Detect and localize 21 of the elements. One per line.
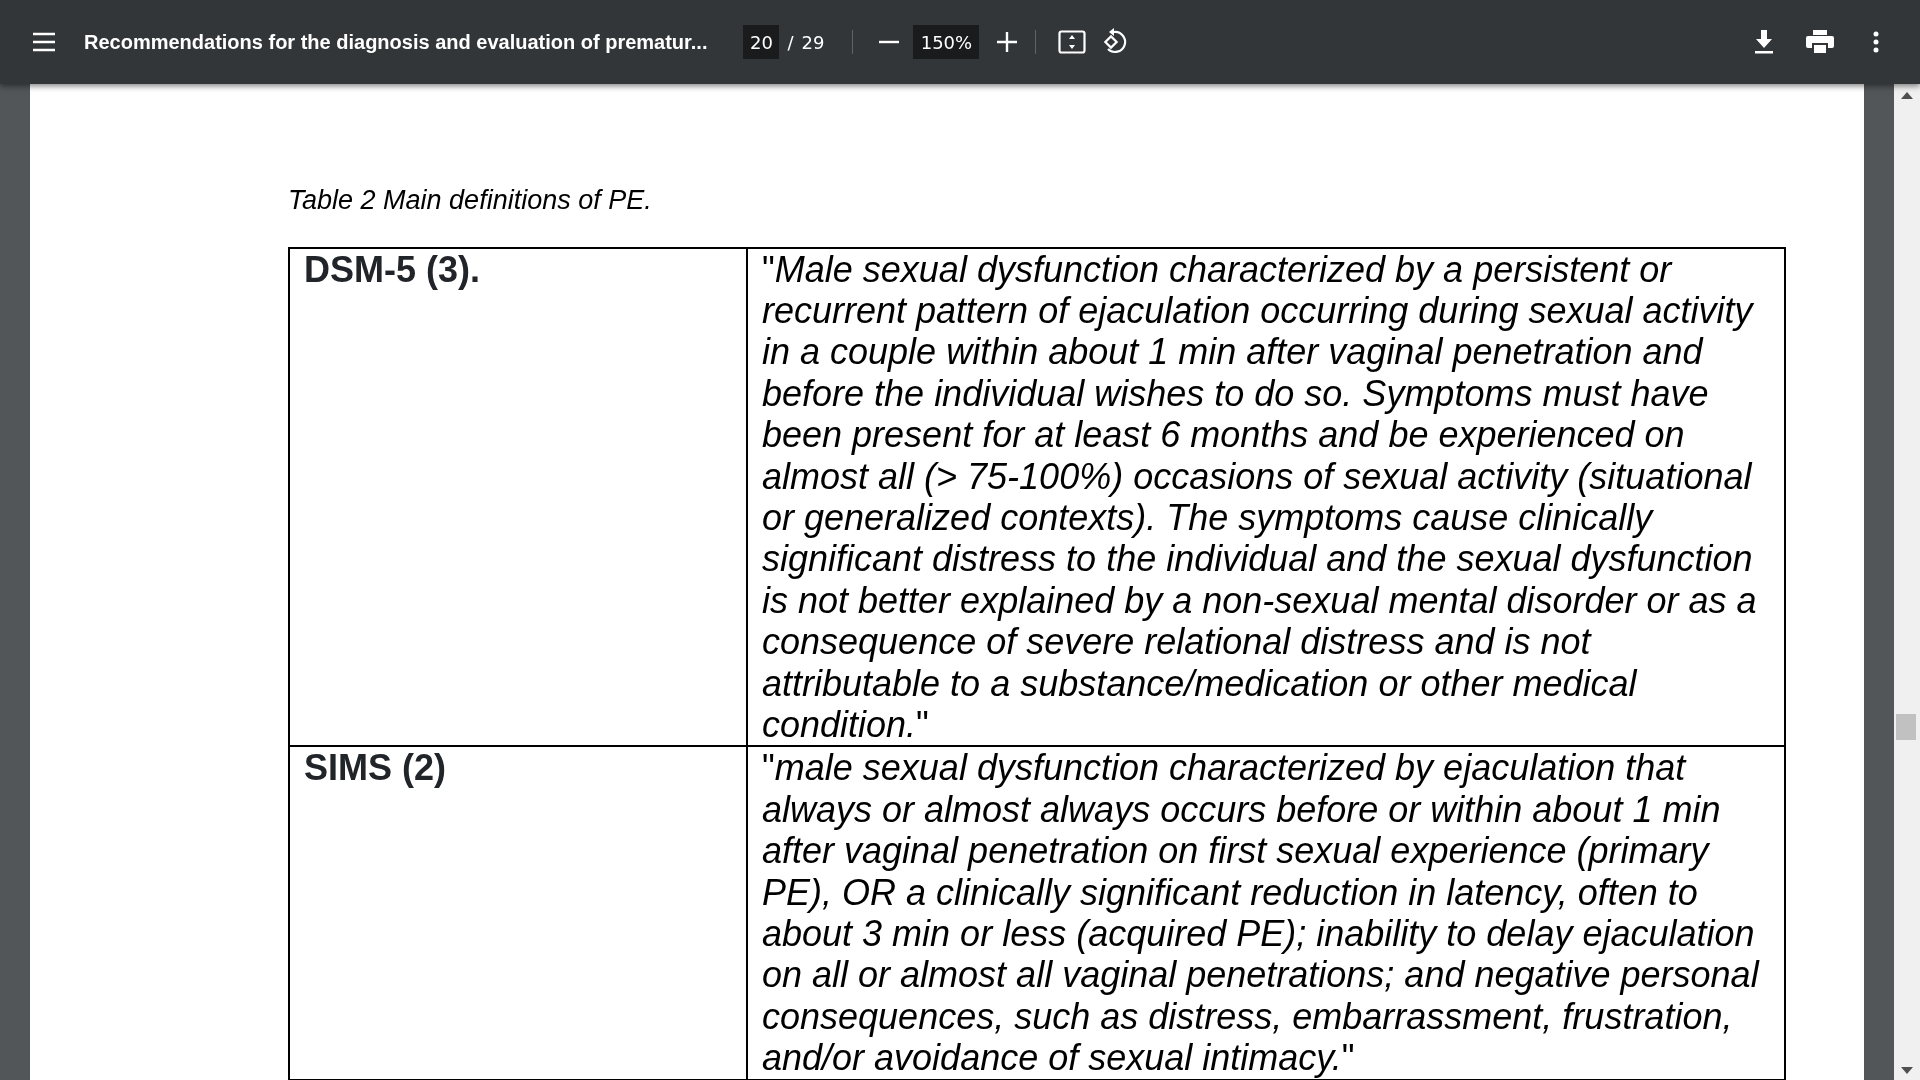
page-number-field[interactable]: 20 xyxy=(743,25,780,59)
print-icon xyxy=(1806,30,1834,54)
download-icon xyxy=(1754,30,1774,54)
page-separator: / xyxy=(787,30,794,55)
scrollbar[interactable] xyxy=(1894,84,1920,1080)
minus-icon xyxy=(879,40,900,44)
page-count: 29 xyxy=(801,30,825,55)
document-title: Recommendations for the diagnosis and evaluation of prematur... xyxy=(84,30,708,55)
term-text: DSM-5 (3). xyxy=(304,248,480,290)
plus-icon xyxy=(997,32,1018,52)
fit-page-icon xyxy=(1058,30,1087,54)
table-caption: Table 2 Main definitions of PE. xyxy=(288,184,653,217)
definition-text: "Male sexual dysfunction characterized by a persistent or recurrent pattern of ejaculation occurring during sexual activity in a couple within about 1 min after vaginal penetration and before the individual wishes to do so. Symptoms must have been present for at least 6 months and be experienced on almost all (> 75-100%) occasions of sexual activity (situational or generalized contexts). The symptoms cause clinically significant distress to the individual and the sexual dysfunction is not better explained by a non-sexual mental disorder or as a consequence of severe relational distress and is not attributable to a substance/medication or other medical condition." xyxy=(762,248,1757,745)
menu-icon xyxy=(32,32,56,52)
definition-text: "male sexual dysfunction characterized by ejaculation that always or almost always occurs before or within about 1 min after vaginal penetration on first sexual experience (primary PE), OR a clinically significant reduction in latency, often to about 3 min or less (acquired PE); inability to delay ejaculation on all or almost all vaginal penetrations; and negative personal consequences, such as distress, embarrassment, frustration, and/or avoidance of sexual intimacy." xyxy=(762,747,1759,1079)
scroll-down-icon xyxy=(1901,1067,1913,1074)
scroll-up-icon xyxy=(1901,92,1913,99)
more-icon xyxy=(1873,31,1879,53)
term-text: SIMS (2) xyxy=(304,747,446,789)
scrollbar-thumb[interactable] xyxy=(1896,714,1916,740)
zoom-field[interactable]: 150% xyxy=(913,25,980,59)
